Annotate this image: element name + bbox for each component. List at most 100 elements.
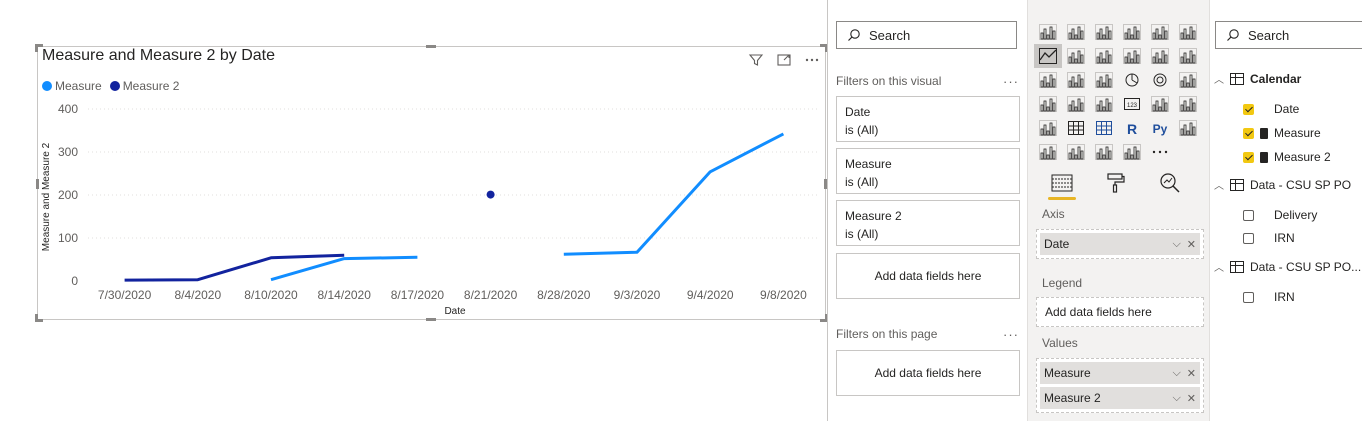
scatter-chart-icon[interactable] bbox=[1090, 68, 1118, 92]
filled-map-icon[interactable] bbox=[1062, 92, 1090, 116]
stacked-column-icon[interactable] bbox=[1062, 20, 1090, 44]
smart-narrative-icon[interactable] bbox=[1090, 140, 1118, 164]
collapse-caret-icon[interactable]: ︿ bbox=[1214, 259, 1224, 274]
values-field-chip-measure-2[interactable]: Measure 2 ⌵ ✕ bbox=[1040, 387, 1200, 409]
field-delivery[interactable]: Delivery bbox=[1243, 208, 1317, 222]
python-visual-icon[interactable]: Py bbox=[1146, 116, 1174, 140]
filter-card-measure[interactable]: Measure is (All) bbox=[836, 148, 1020, 194]
chevron-down-icon[interactable]: ⌵ bbox=[1172, 238, 1180, 251]
visualizations-tabs bbox=[1044, 168, 1188, 200]
close-icon[interactable]: ✕ bbox=[1187, 367, 1196, 380]
filter-card-measure-2[interactable]: Measure 2 is (All) bbox=[836, 200, 1020, 246]
chevron-down-icon[interactable]: ⌵ bbox=[1172, 367, 1180, 380]
qa-icon[interactable] bbox=[1062, 140, 1090, 164]
collapse-caret-icon[interactable]: ︿ bbox=[1214, 177, 1224, 192]
field-checkbox[interactable] bbox=[1243, 291, 1254, 303]
table-calendar[interactable]: ︿ Calendar bbox=[1214, 71, 1301, 87]
filter-card-date[interactable]: Date is (All) bbox=[836, 96, 1020, 142]
y-axis-title: Measure and Measure 2 bbox=[41, 142, 52, 251]
field-irn-2[interactable]: IRN bbox=[1243, 290, 1295, 304]
table-icon[interactable] bbox=[1062, 116, 1090, 140]
fields-pane: Search ︿ Calendar Date Measure Measure 2… bbox=[1209, 0, 1362, 421]
field-name: Delivery bbox=[1274, 208, 1318, 222]
svg-text:R: R bbox=[1127, 121, 1137, 136]
waterfall-chart-icon[interactable] bbox=[1034, 68, 1062, 92]
table-icon bbox=[1230, 260, 1244, 273]
x-tick-label: 8/28/2020 bbox=[537, 288, 591, 302]
x-tick-label: 8/21/2020 bbox=[464, 288, 518, 302]
filters-page-drop-zone[interactable]: Add data fields here bbox=[836, 350, 1020, 396]
100-stacked-column-icon[interactable] bbox=[1174, 20, 1202, 44]
multi-row-card-icon[interactable] bbox=[1146, 92, 1174, 116]
treemap-icon[interactable] bbox=[1174, 68, 1202, 92]
field-checkbox[interactable] bbox=[1243, 151, 1254, 163]
table-data-csu-sp-po-2[interactable]: ︿ Data - CSU SP PO... bbox=[1214, 259, 1361, 275]
tab-fields-wells[interactable] bbox=[1044, 168, 1080, 200]
ribbon-chart-icon[interactable] bbox=[1174, 44, 1202, 68]
field-date[interactable]: Date bbox=[1243, 102, 1299, 116]
slicer-icon[interactable] bbox=[1034, 116, 1062, 140]
axis-field-chip[interactable]: Date ⌵ ✕ bbox=[1040, 233, 1200, 255]
clustered-bar-icon[interactable] bbox=[1090, 20, 1118, 44]
calculator-icon bbox=[1260, 151, 1268, 163]
decomposition-tree-icon[interactable] bbox=[1034, 140, 1062, 164]
collapse-caret-icon[interactable]: ︿ bbox=[1214, 71, 1224, 86]
clustered-column-icon[interactable] bbox=[1118, 20, 1146, 44]
line-chart-icon[interactable] bbox=[1034, 44, 1062, 68]
kpi-icon[interactable] bbox=[1174, 92, 1202, 116]
filters-on-visual-more-icon[interactable]: ··· bbox=[1003, 74, 1019, 89]
close-icon[interactable]: ✕ bbox=[1187, 238, 1196, 251]
field-checkbox[interactable] bbox=[1243, 103, 1254, 115]
field-name: Measure bbox=[1274, 126, 1321, 140]
filters-on-page-label: Filters on this page bbox=[836, 327, 938, 341]
x-tick-label: 7/30/2020 bbox=[98, 288, 152, 302]
values-field-chip-measure[interactable]: Measure ⌵ ✕ bbox=[1040, 362, 1200, 384]
chevron-down-icon[interactable]: ⌵ bbox=[1172, 392, 1180, 405]
field-measure[interactable]: Measure bbox=[1243, 126, 1321, 140]
filters-pane: Search Filters on this visual ··· Date i… bbox=[827, 0, 1027, 421]
map-icon[interactable] bbox=[1034, 92, 1062, 116]
legend-well[interactable]: Add data fields here bbox=[1036, 297, 1204, 327]
r-visual-icon[interactable]: R bbox=[1118, 116, 1146, 140]
field-checkbox[interactable] bbox=[1243, 209, 1254, 221]
stacked-bar-icon[interactable] bbox=[1034, 20, 1062, 44]
filters-visual-drop-zone[interactable]: Add data fields here bbox=[836, 253, 1020, 299]
line-and-stacked-column-icon[interactable] bbox=[1118, 44, 1146, 68]
close-icon[interactable]: ✕ bbox=[1187, 392, 1196, 405]
filters-search-input[interactable]: Search bbox=[836, 21, 1017, 49]
x-tick-label: 8/10/2020 bbox=[244, 288, 298, 302]
filters-on-page-more-icon[interactable]: ··· bbox=[1003, 327, 1019, 342]
more-visuals-icon[interactable] bbox=[1146, 140, 1174, 164]
y-tick-label: 200 bbox=[58, 188, 78, 202]
field-name: IRN bbox=[1274, 231, 1295, 245]
tab-format[interactable] bbox=[1098, 168, 1134, 198]
axis-well[interactable]: Date ⌵ ✕ bbox=[1036, 229, 1204, 259]
values-field-name: Measure 2 bbox=[1044, 391, 1101, 405]
stacked-area-icon[interactable] bbox=[1090, 44, 1118, 68]
pie-chart-icon[interactable] bbox=[1118, 68, 1146, 92]
line-chart-visual[interactable]: Measure and Measure 2 by Date Measure Me… bbox=[35, 44, 828, 322]
values-well[interactable]: Measure ⌵ ✕ Measure 2 ⌵ ✕ bbox=[1036, 358, 1204, 413]
field-irn[interactable]: IRN bbox=[1243, 231, 1295, 245]
x-axis-title: Date bbox=[444, 306, 466, 317]
fields-wells-icon bbox=[1051, 174, 1073, 192]
card-icon[interactable]: 123 bbox=[1118, 92, 1146, 116]
paginated-report-icon[interactable] bbox=[1118, 140, 1146, 164]
100-stacked-bar-icon[interactable] bbox=[1146, 20, 1174, 44]
field-name: Date bbox=[1274, 102, 1300, 116]
y-tick-label: 300 bbox=[58, 145, 78, 159]
svg-text:123: 123 bbox=[1127, 103, 1138, 109]
key-influencers-icon[interactable] bbox=[1174, 116, 1202, 140]
gauge-icon[interactable] bbox=[1090, 92, 1118, 116]
matrix-icon[interactable] bbox=[1090, 116, 1118, 140]
field-checkbox[interactable] bbox=[1243, 232, 1254, 244]
area-chart-icon[interactable] bbox=[1062, 44, 1090, 68]
line-and-clustered-column-icon[interactable] bbox=[1146, 44, 1174, 68]
fields-search-input[interactable]: Search bbox=[1215, 21, 1362, 49]
donut-chart-icon[interactable] bbox=[1146, 68, 1174, 92]
funnel-chart-icon[interactable] bbox=[1062, 68, 1090, 92]
table-data-csu-sp-po[interactable]: ︿ Data - CSU SP PO bbox=[1214, 177, 1351, 193]
tab-analytics[interactable] bbox=[1152, 168, 1188, 198]
field-measure-2[interactable]: Measure 2 bbox=[1243, 150, 1331, 164]
field-checkbox[interactable] bbox=[1243, 127, 1254, 139]
